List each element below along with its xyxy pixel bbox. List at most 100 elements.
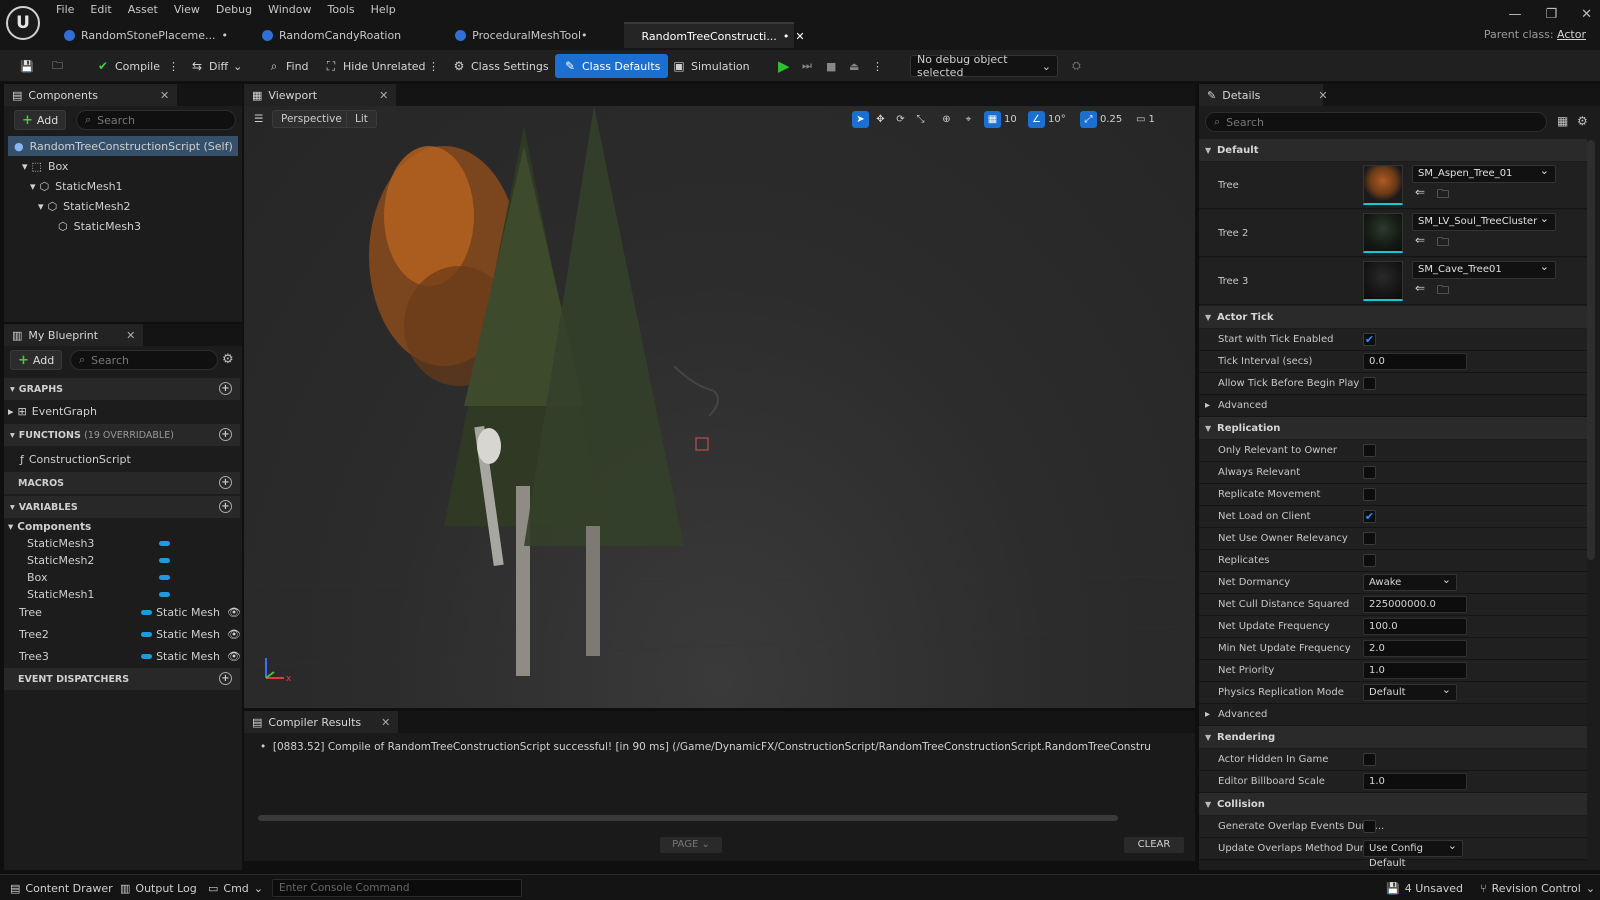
billboard-input[interactable]: 1.0	[1363, 773, 1467, 790]
section-macros[interactable]: MACROS +	[4, 472, 240, 494]
horizontal-scrollbar[interactable]	[258, 815, 1118, 821]
menu-debug[interactable]: Debug	[208, 0, 260, 20]
add-variable-icon[interactable]: +	[219, 500, 232, 513]
eye-icon[interactable]: 👁	[227, 650, 241, 663]
tick-interval-input[interactable]: 0.0	[1363, 353, 1467, 370]
tab-random-candy[interactable]: RandomCandyRoation	[250, 22, 413, 48]
browse-asset-icon[interactable]: 🗀	[1437, 233, 1449, 254]
close-icon[interactable]: ✕	[1318, 89, 1327, 102]
prop-advanced-replication[interactable]: ▸ Advanced	[1199, 704, 1587, 726]
allow-tick-checkbox[interactable]	[1363, 377, 1376, 390]
always-relevant-checkbox[interactable]	[1363, 466, 1376, 479]
variables-components-category[interactable]: ▾ Components	[8, 517, 91, 537]
close-icon[interactable]: ✕	[126, 329, 135, 342]
simulation-button[interactable]: ▣ Simulation	[664, 54, 758, 78]
net-load-checkbox[interactable]: ✔	[1363, 510, 1376, 523]
menu-edit[interactable]: Edit	[82, 0, 119, 20]
output-log-button[interactable]: ▥ Output Log	[120, 879, 197, 897]
menu-tools[interactable]: Tools	[319, 0, 362, 20]
console-command-input[interactable]: Enter Console Command	[272, 879, 522, 897]
tree2-asset-select[interactable]: SM_LV_Soul_TreeCluster	[1412, 211, 1556, 231]
browse-asset-icon[interactable]: 🗀	[1437, 185, 1449, 206]
close-icon[interactable]: ✕	[381, 716, 390, 729]
start-tick-checkbox[interactable]: ✔	[1363, 333, 1376, 346]
physics-rep-select[interactable]: Default	[1363, 682, 1457, 701]
component-staticmesh3[interactable]: ⬡ StaticMesh3	[58, 216, 141, 236]
hide-unrelated-button[interactable]: ⛶ Hide Unrelated	[316, 54, 434, 78]
close-icon[interactable]: ✕	[160, 89, 169, 102]
add-component-button[interactable]: + Add	[14, 110, 67, 130]
section-actor-tick[interactable]: ▼ Actor Tick	[1199, 306, 1587, 328]
use-selected-icon[interactable]: ⇐	[1415, 233, 1425, 247]
camera-speed-button[interactable]: ▭ 1	[1136, 111, 1155, 128]
save-icon[interactable]: 💾	[12, 54, 42, 78]
add-graph-icon[interactable]: +	[219, 382, 232, 395]
compile-button[interactable]: ✔ Compile	[88, 54, 168, 78]
more-options-icon[interactable]: ⋮	[420, 54, 447, 78]
viewport-menu-icon[interactable]: ☰	[246, 110, 271, 128]
components-tab[interactable]: ▤ Components ✕	[4, 84, 178, 106]
gen-overlap-checkbox[interactable]	[1363, 820, 1376, 833]
add-macro-icon[interactable]: +	[219, 476, 232, 489]
tree3-asset-select[interactable]: SM_Cave_Tree01	[1412, 259, 1556, 279]
menu-file[interactable]: File	[48, 0, 82, 20]
table-view-icon[interactable]: ▦	[1557, 114, 1568, 128]
close-window-icon[interactable]: ✕	[1581, 7, 1592, 22]
step-icon[interactable]: ⏭	[794, 54, 820, 78]
minimize-icon[interactable]: —	[1508, 7, 1521, 22]
my-blueprint-tab[interactable]: ▥ My Blueprint ✕	[4, 324, 144, 346]
section-collision[interactable]: ▼ Collision	[1199, 793, 1587, 815]
details-tab[interactable]: ✎ Details ✕	[1199, 84, 1328, 106]
net-update-input[interactable]: 100.0	[1363, 618, 1467, 635]
update-overlap-select[interactable]: Use Config Default	[1363, 838, 1463, 869]
replicate-movement-checkbox[interactable]	[1363, 488, 1376, 501]
diff-button[interactable]: ⇆ Diff ⌄	[182, 54, 250, 78]
net-priority-input[interactable]: 1.0	[1363, 662, 1467, 679]
variable-tree3[interactable]: Tree3 Static Mesh 👁	[19, 648, 241, 664]
only-relevant-checkbox[interactable]	[1363, 444, 1376, 457]
compiler-results-tab[interactable]: ▤ Compiler Results ✕	[244, 711, 399, 733]
net-owner-checkbox[interactable]	[1363, 532, 1376, 545]
component-staticmesh1[interactable]: ▾ ⬡ StaticMesh1	[30, 176, 123, 196]
add-function-icon[interactable]: +	[219, 428, 232, 441]
tab-random-tree[interactable]: RandomTreeConstructi... • ✕	[623, 22, 805, 48]
variable-staticmesh3[interactable]: StaticMesh3	[27, 535, 170, 551]
parent-class-link[interactable]: Actor	[1557, 28, 1586, 41]
menu-window[interactable]: Window	[260, 0, 319, 20]
select-tool-icon[interactable]: ➤	[852, 111, 869, 128]
add-member-button[interactable]: + Add	[10, 350, 63, 370]
variable-staticmesh2[interactable]: StaticMesh2	[27, 552, 170, 568]
rotation-snap-button[interactable]: ∠ 10°	[1028, 111, 1066, 128]
component-self[interactable]: ● RandomTreeConstructionScript (Self)	[8, 136, 238, 156]
components-search-input[interactable]: ⌕ Search	[76, 110, 236, 130]
section-default[interactable]: ▼ Default	[1199, 139, 1587, 161]
variable-box[interactable]: Box	[27, 569, 170, 585]
viewport-scene[interactable]: x	[243, 106, 1196, 709]
close-icon[interactable]: ✕	[795, 30, 804, 43]
section-functions[interactable]: ▾ FUNCTIONS (19 OVERRIDABLE) +	[4, 424, 240, 446]
variable-staticmesh1[interactable]: StaticMesh1	[27, 586, 170, 602]
debug-object-select[interactable]: No debug object selected ⌄	[910, 53, 1058, 79]
prop-advanced-tick[interactable]: ▸ Advanced	[1199, 395, 1587, 417]
variable-tree2[interactable]: Tree2 Static Mesh 👁	[19, 626, 241, 642]
surface-snap-icon[interactable]: ⌖	[960, 111, 977, 128]
browse-icon[interactable]: 🗀	[44, 54, 71, 78]
perspective-button[interactable]: Perspective	[272, 110, 351, 128]
page-button[interactable]: PAGE ⌄	[660, 837, 722, 853]
menu-view[interactable]: View	[166, 0, 208, 20]
close-icon[interactable]: ✕	[379, 89, 388, 102]
component-staticmesh2[interactable]: ▾ ⬡ StaticMesh2	[38, 196, 131, 216]
section-graphs[interactable]: ▾ GRAPHS +	[4, 378, 240, 400]
add-dispatcher-icon[interactable]: +	[219, 672, 232, 685]
cmd-button[interactable]: ▭ Cmd ⌄	[208, 879, 263, 897]
section-replication[interactable]: ▼ Replication	[1199, 417, 1587, 439]
class-settings-button[interactable]: ⚙ Class Settings	[444, 54, 557, 78]
browse-asset-icon[interactable]: 🗀	[1437, 281, 1449, 302]
variable-tree[interactable]: Tree Static Mesh 👁	[19, 604, 241, 620]
tree2-thumbnail[interactable]	[1363, 213, 1403, 253]
unreal-logo-icon[interactable]: U	[6, 6, 40, 40]
vertical-scrollbar[interactable]	[1587, 140, 1595, 560]
class-defaults-button[interactable]: ✎ Class Defaults	[555, 54, 669, 78]
blueprint-search-input[interactable]: ⌕ Search	[70, 350, 218, 370]
gear-icon[interactable]: ⚙	[1577, 114, 1588, 128]
